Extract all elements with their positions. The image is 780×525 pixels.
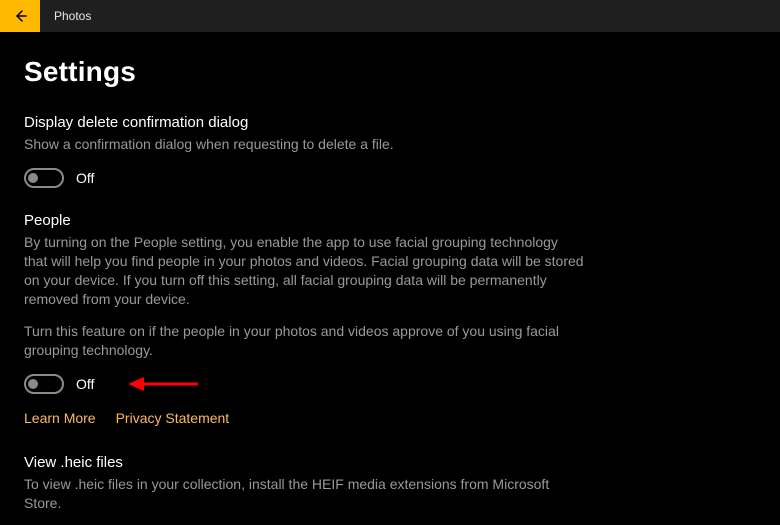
delete-confirm-title: Display delete confirmation dialog: [24, 114, 756, 131]
back-button[interactable]: [0, 0, 40, 32]
annotation-arrow-icon: [128, 374, 198, 394]
heic-title: View .heic files: [24, 454, 756, 471]
privacy-statement-link[interactable]: Privacy Statement: [116, 410, 230, 426]
people-desc-1: By turning on the People setting, you en…: [24, 233, 584, 309]
people-toggle[interactable]: [24, 374, 64, 394]
page-title: Settings: [24, 56, 756, 88]
people-title: People: [24, 212, 756, 229]
title-bar: Photos: [0, 0, 780, 32]
people-desc-2: Turn this feature on if the people in yo…: [24, 322, 584, 360]
app-title: Photos: [54, 9, 91, 23]
people-toggle-label: Off: [76, 376, 94, 392]
heic-desc: To view .heic files in your collection, …: [24, 475, 584, 513]
back-arrow-icon: [12, 8, 28, 24]
delete-confirm-desc: Show a confirmation dialog when requesti…: [24, 135, 584, 154]
learn-more-link[interactable]: Learn More: [24, 410, 96, 426]
delete-confirm-toggle[interactable]: [24, 168, 64, 188]
delete-confirm-toggle-label: Off: [76, 170, 94, 186]
